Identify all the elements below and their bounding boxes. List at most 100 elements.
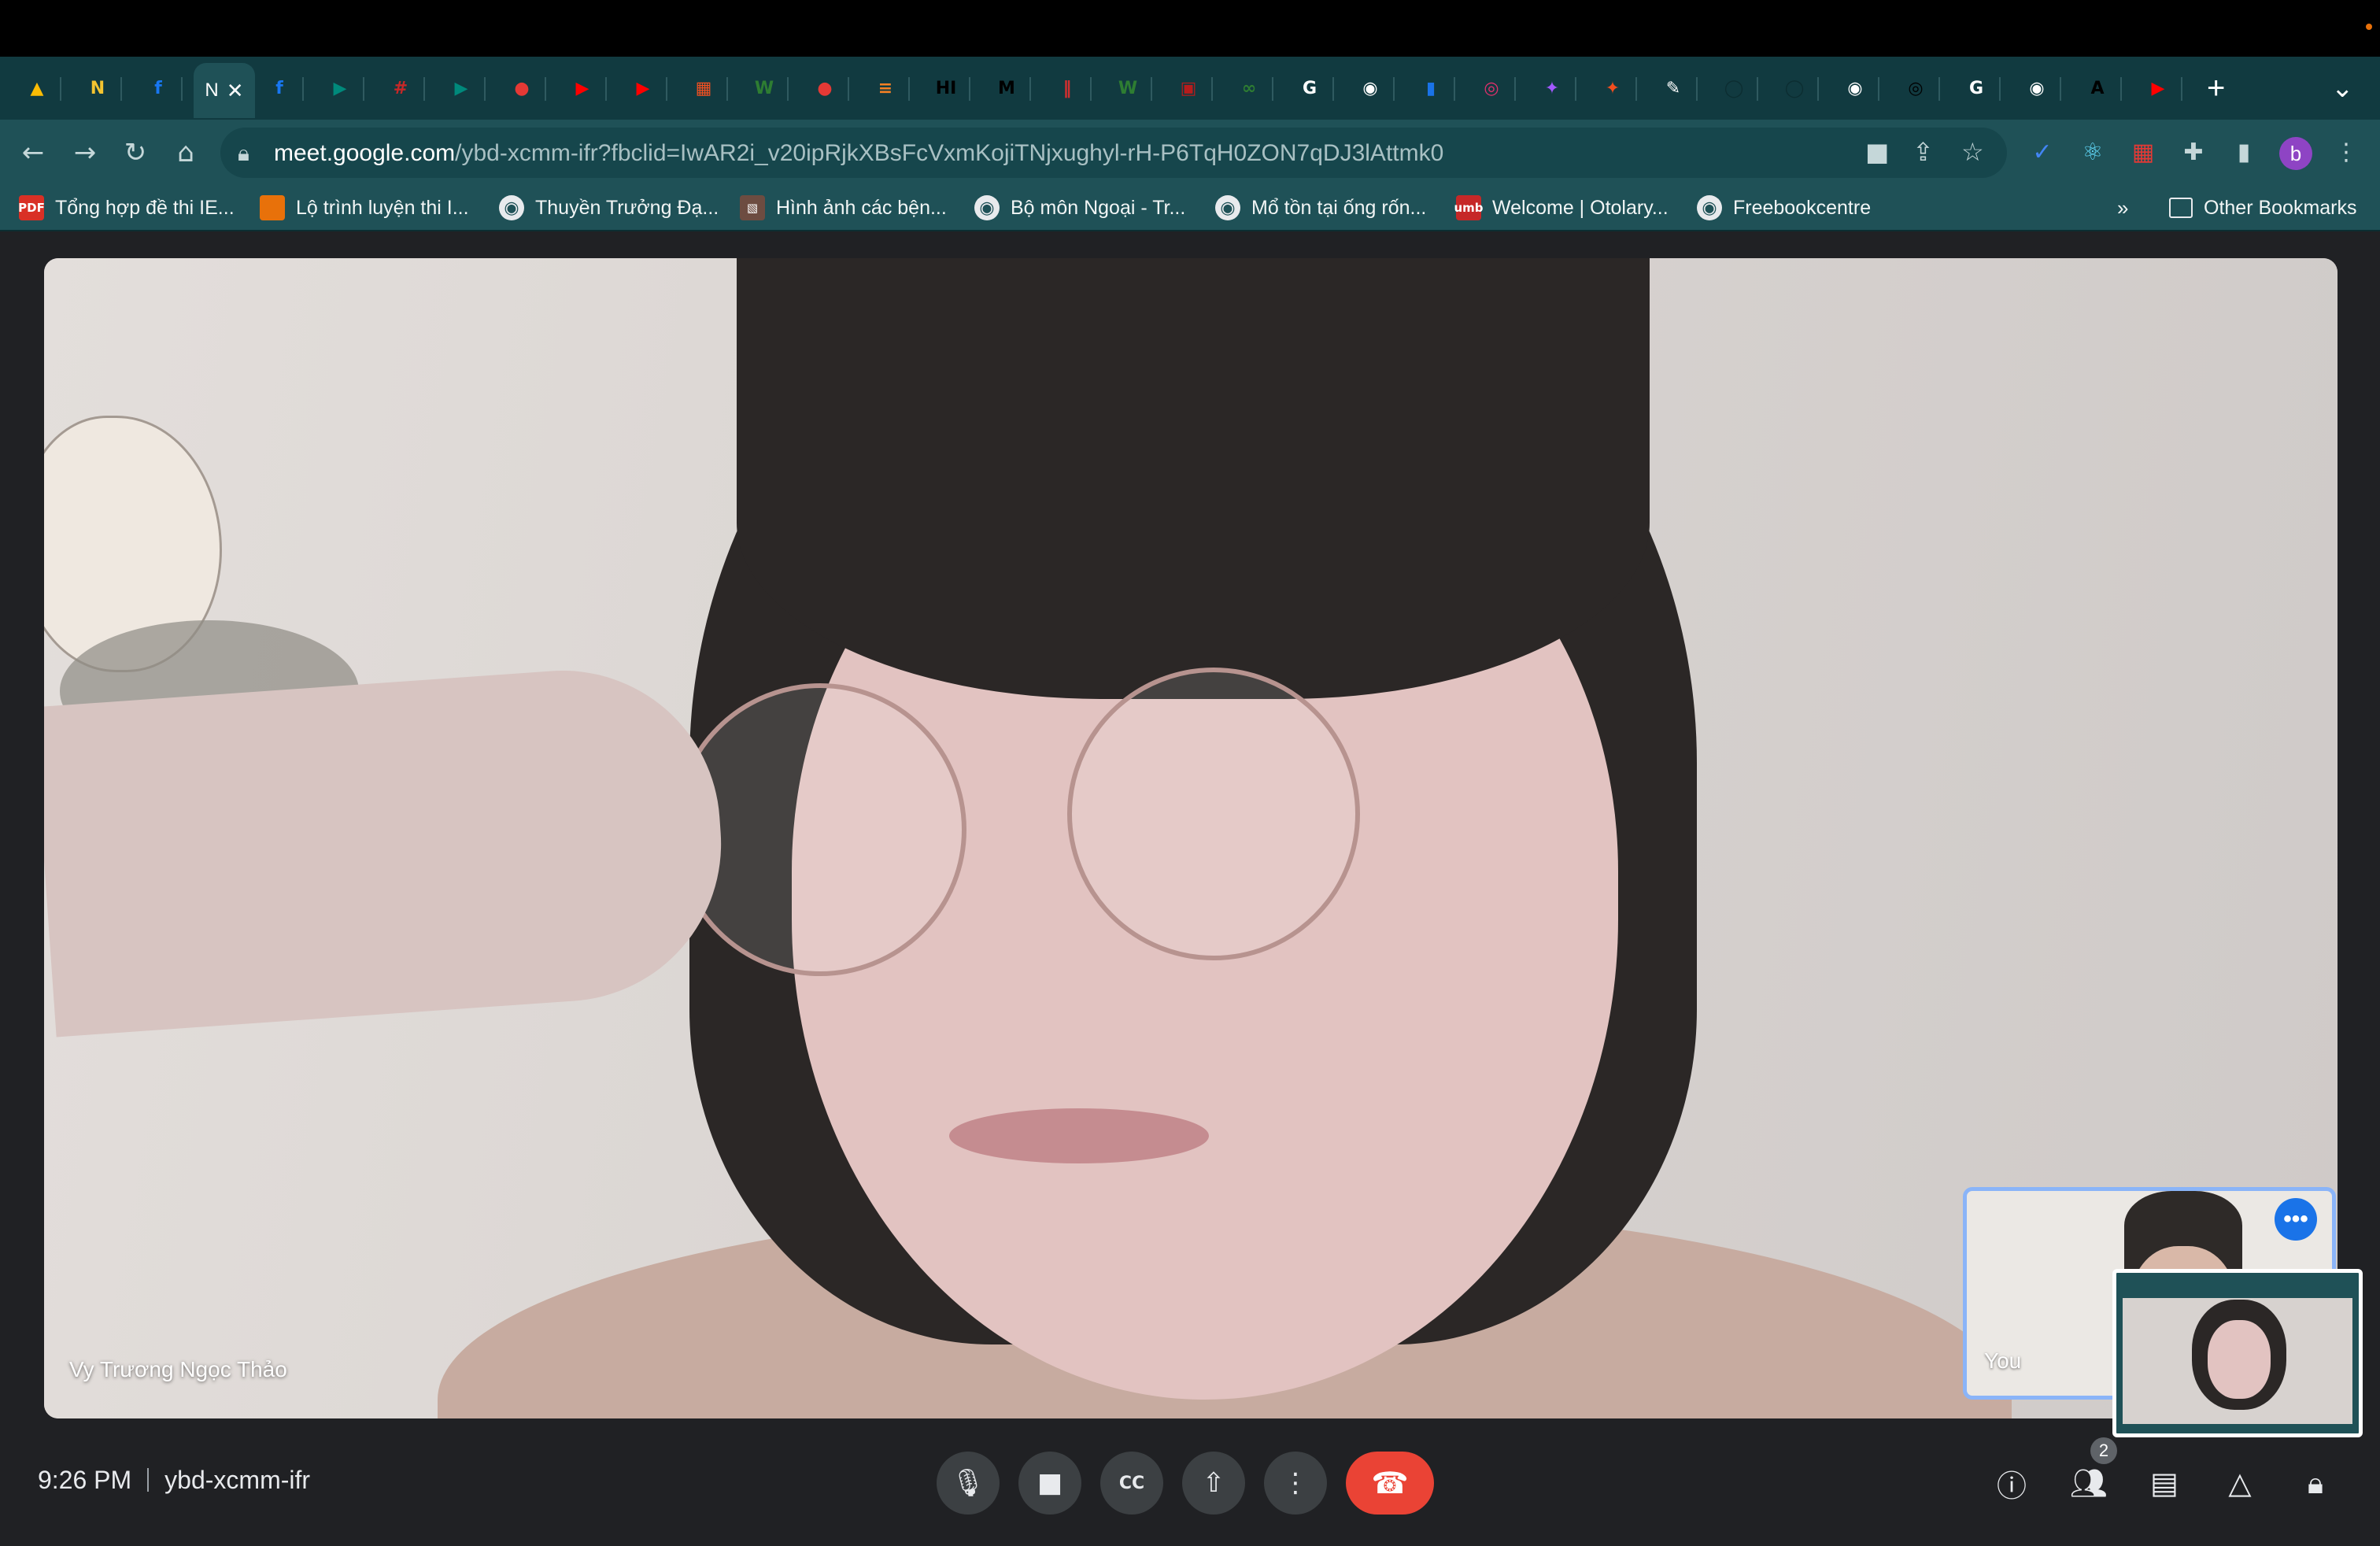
bookmarks-overflow-button[interactable]: » (2117, 192, 2128, 224)
profile-avatar[interactable]: b (2279, 137, 2312, 170)
react-devtools-icon[interactable]: ⚛ (2076, 135, 2109, 168)
browser-tab[interactable]: ▶ (619, 65, 667, 112)
browser-tab[interactable]: ◎ (1467, 65, 1516, 112)
browser-tab[interactable]: ◉ (1831, 65, 1879, 112)
browser-tab[interactable]: ▶ (558, 65, 607, 112)
browser-tab[interactable]: ▣ (1164, 65, 1213, 112)
bookmark-item[interactable]: ▧ Hình ảnh các bện... (740, 192, 947, 224)
back-arrow-icon[interactable]: ← (16, 135, 50, 170)
globe-icon: ◉ (1215, 195, 1240, 220)
camera-icon[interactable]: ■ (1018, 1452, 1081, 1515)
browser-tab[interactable]: ▮ (1406, 65, 1455, 112)
browser-tab[interactable]: G (1952, 65, 2001, 112)
browser-tab[interactable]: f (134, 65, 183, 112)
github-icon: ◯ (1784, 78, 1805, 98)
microphone-icon[interactable]: 🎙︎ (937, 1452, 1000, 1515)
browser-tab[interactable]: ✦ (1528, 65, 1576, 112)
browser-tab[interactable]: N (73, 65, 122, 112)
bookmark-label: Tổng hợp đề thi IE... (55, 196, 235, 219)
browser-menu-icon[interactable]: ⋮ (2330, 135, 2363, 168)
new-tab-button[interactable]: + (2207, 65, 2225, 112)
browser-tab[interactable]: M (982, 65, 1031, 112)
colorful-extension-icon[interactable]: ▦ (2127, 135, 2160, 168)
stack-icon: ≡ (878, 78, 893, 98)
captions-icon[interactable]: CC (1100, 1452, 1163, 1515)
other-bookmarks-folder[interactable]: Other Bookmarks (2169, 192, 2357, 224)
bookmark-item[interactable]: ◉ Thuyền Trưởng Đạ... (499, 192, 719, 224)
browser-tab[interactable]: f (255, 65, 304, 112)
browser-tab[interactable]: ▶ (316, 65, 364, 112)
forward-arrow-icon[interactable]: → (68, 135, 102, 170)
people-icon[interactable]: 👥︎ (2067, 1461, 2111, 1505)
extensions-puzzle-icon[interactable]: ✚ (2177, 135, 2210, 168)
browser-tab[interactable]: ◉ (2012, 65, 2061, 112)
tab-search-button[interactable]: ⌄ (2331, 65, 2354, 112)
bookmark-item[interactable]: ◉ Bộ môn Ngoại - Tr... (974, 192, 1185, 224)
more-options-icon[interactable]: ••• (2275, 1198, 2317, 1241)
browser-tab[interactable]: # (376, 65, 425, 112)
browser-tab[interactable]: ∞ (1225, 65, 1273, 112)
active-tab-label: N (205, 80, 219, 101)
tab-separator (484, 77, 486, 101)
browser-tab[interactable]: ▲ (13, 65, 61, 112)
google-icon: G (1302, 78, 1318, 98)
bookmark-item[interactable]: Lộ trình luyện thi I... (260, 192, 469, 224)
more-actions-icon[interactable]: ⋮ (1264, 1452, 1327, 1515)
browser-tab[interactable]: ‖ (1043, 65, 1092, 112)
activities-icon[interactable]: △ (2218, 1461, 2262, 1505)
screen-share-preview[interactable] (2112, 1269, 2363, 1437)
browser-tab[interactable]: ✎ (1649, 65, 1698, 112)
browser-tab[interactable]: A (2073, 65, 2122, 112)
browser-tab[interactable]: ▶ (2134, 65, 2182, 112)
tab-separator (1090, 77, 1092, 101)
browser-tab[interactable]: HI (922, 65, 970, 112)
browser-tab[interactable]: ◎ (1891, 65, 1940, 112)
browser-tab[interactable]: ≡ (861, 65, 910, 112)
leave-call-icon[interactable]: ☎ (1346, 1452, 1434, 1515)
tab-separator (1514, 77, 1516, 101)
browser-tab[interactable]: ● (800, 65, 849, 112)
google-meet-icon: ▶ (333, 78, 347, 98)
close-tab-icon[interactable]: ✕ (227, 79, 244, 103)
bookmark-item[interactable]: ◉ Mổ tồn tại ống rốn... (1215, 192, 1426, 224)
host-controls-icon[interactable]: 🔒︎ (2293, 1461, 2338, 1505)
participant-name: Vy Trương Ngọc Thảo (69, 1357, 287, 1381)
side-panel-icon[interactable]: ▮ (2227, 135, 2260, 168)
bookmark-item[interactable]: umb Welcome | Otolary... (1454, 192, 1669, 224)
browser-tab[interactable]: G (1285, 65, 1334, 112)
bookmark-item[interactable]: PDF Tổng hợp đề thi IE... (18, 192, 235, 224)
share-icon[interactable]: ⇪ (1913, 137, 1934, 167)
address-bar[interactable]: 🔒︎ meet.google.com/ybd-xcmm-ifr?fbclid=I… (220, 128, 2007, 178)
lock-icon[interactable]: 🔒︎ (238, 140, 249, 167)
bookmark-item[interactable]: ◉ Freebookcentre (1697, 192, 1871, 224)
browser-tab[interactable]: ● (497, 65, 546, 112)
browser-tab[interactable]: ◉ (1346, 65, 1395, 112)
tab-separator (1272, 77, 1273, 101)
tab-separator (1635, 77, 1637, 101)
home-icon[interactable]: ⌂ (168, 135, 203, 170)
meeting-details-icon[interactable]: ⓘ (1990, 1461, 2034, 1505)
tab-separator (1211, 77, 1213, 101)
chat-icon[interactable]: ▤ (2142, 1461, 2186, 1505)
browser-tab[interactable]: ◯ (1770, 65, 1819, 112)
browser-tab[interactable]: W (1103, 65, 1152, 112)
url-path: /ybd-xcmm-ifr?fbclid=IwAR2i_v20ipRjkXBsF… (455, 140, 1444, 166)
globe-icon: ◉ (1697, 195, 1722, 220)
bookmark-star-icon[interactable]: ☆ (1961, 137, 1984, 167)
participant-lips (949, 1108, 1209, 1163)
browser-tab[interactable]: W (740, 65, 789, 112)
hi-icon: HI (935, 78, 957, 98)
facebook-icon: f (154, 78, 162, 98)
present-screen-icon[interactable]: ⇧ (1182, 1452, 1245, 1515)
checkmark-extension-icon[interactable]: ✓ (2026, 135, 2059, 168)
browser-tab[interactable]: ✦ (1588, 65, 1637, 112)
browser-tab[interactable]: ◯ (1709, 65, 1758, 112)
url-text[interactable]: meet.google.com/ybd-xcmm-ifr?fbclid=IwAR… (274, 140, 1443, 167)
camera-in-use-icon[interactable]: ■ (1865, 137, 1889, 167)
browser-tab[interactable]: ▦ (679, 65, 728, 112)
reload-icon[interactable]: ↻ (118, 135, 153, 170)
active-tab[interactable]: N ✕ (194, 63, 255, 118)
tab-separator (605, 77, 607, 101)
m-icon: M (998, 78, 1015, 98)
browser-tab[interactable]: ▶ (437, 65, 486, 112)
